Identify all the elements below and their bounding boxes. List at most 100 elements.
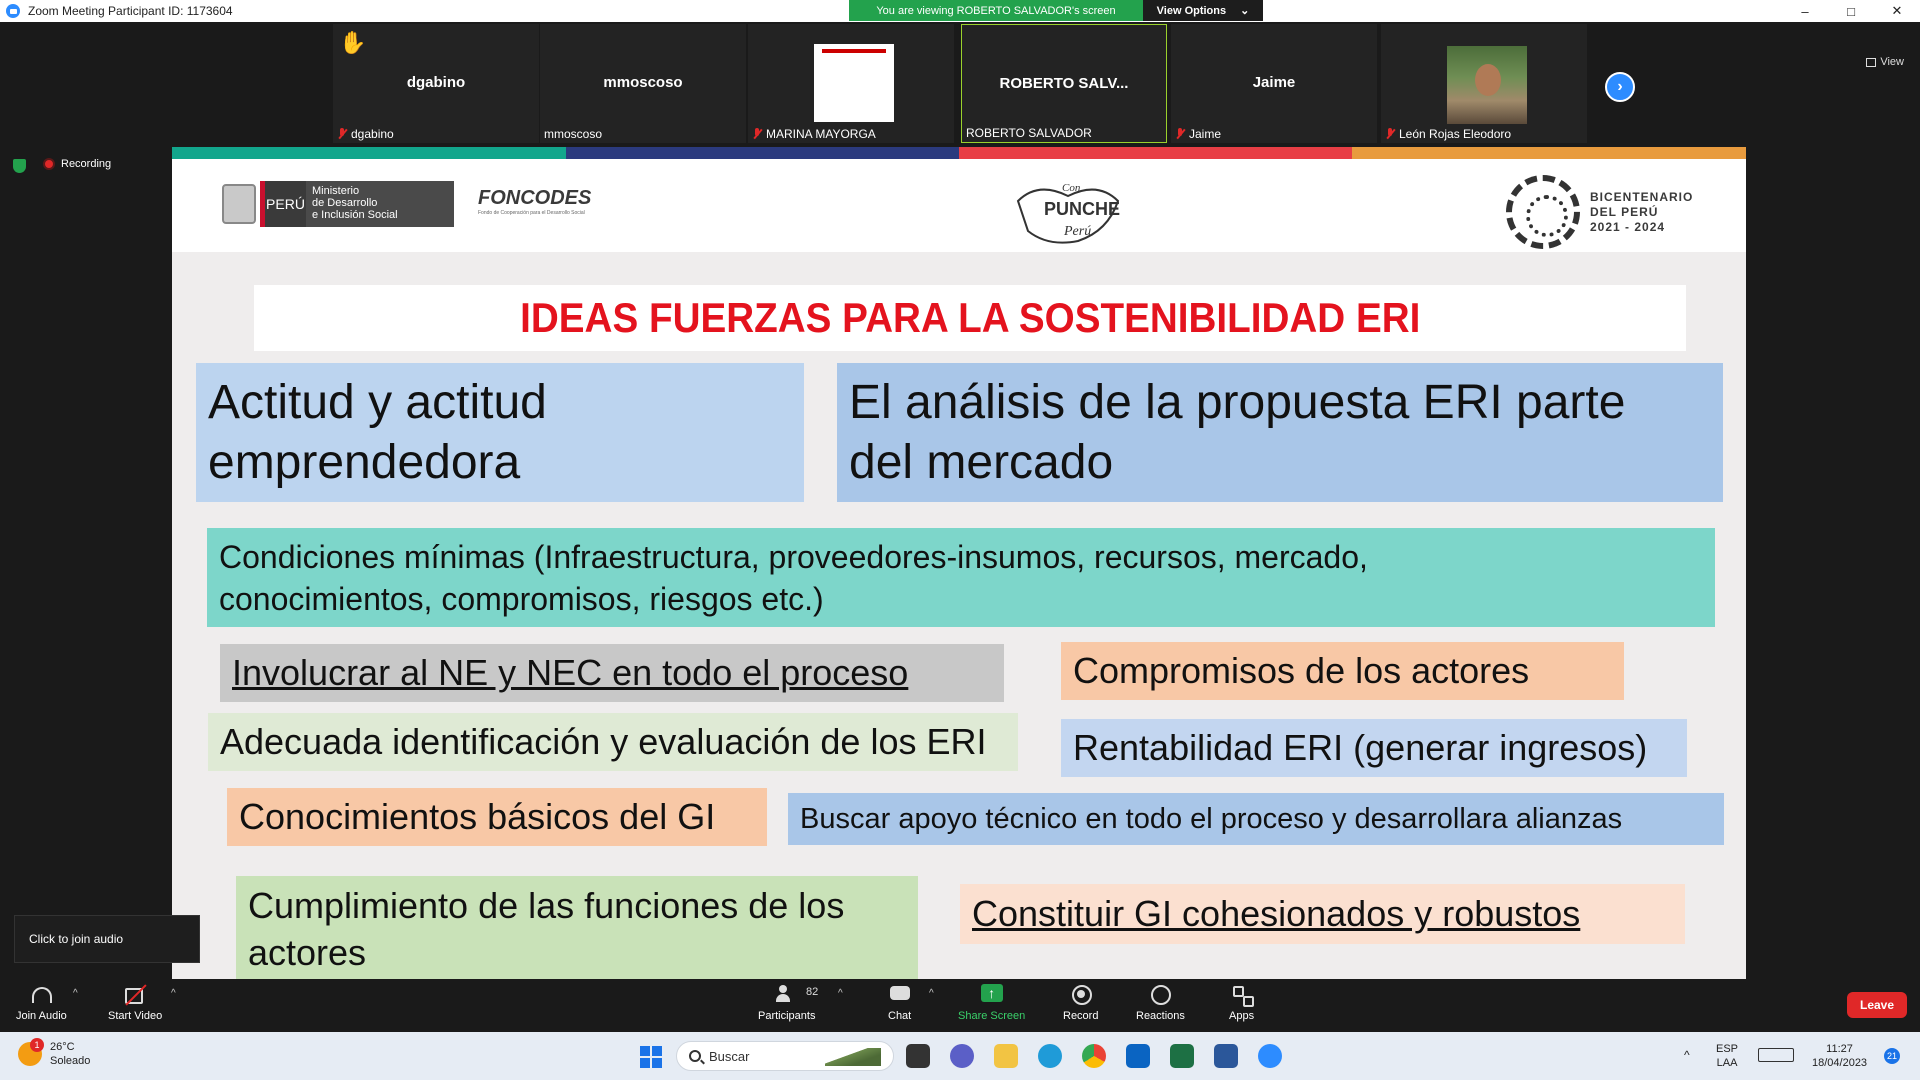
chat-label: Chat bbox=[888, 1010, 912, 1022]
participant-tile-active-speaker[interactable]: ROBERTO SALV... ROBERTO SALVADOR bbox=[961, 24, 1167, 143]
viewing-banner: You are viewing ROBERTO SALVADOR's scree… bbox=[849, 0, 1263, 21]
record-button[interactable]: Record bbox=[1063, 984, 1098, 1022]
card-cumplimiento-line-2: actores bbox=[248, 931, 367, 973]
sun-icon: 1 bbox=[18, 1038, 44, 1066]
participant-tile[interactable]: mmoscoso mmoscoso bbox=[540, 24, 746, 143]
file-explorer-icon[interactable] bbox=[994, 1044, 1018, 1068]
clock-date: 18/04/2023 bbox=[1812, 1057, 1868, 1069]
window-title: Zoom Meeting Participant ID: 1173604 bbox=[28, 4, 233, 18]
punche-word: PUNCHE bbox=[1044, 199, 1120, 219]
card-actitud-line-1: Actitud y actitud bbox=[208, 375, 547, 429]
chat-button[interactable]: Chat bbox=[888, 984, 911, 1022]
peru-label: PERÚ bbox=[260, 181, 306, 227]
language-line-2: LAA bbox=[1716, 1057, 1738, 1069]
card-compromisos-text: Compromisos de los actores bbox=[1073, 650, 1530, 691]
card-cumplimiento: Cumplimiento de las funciones de los act… bbox=[236, 876, 918, 979]
edge-browser-icon[interactable] bbox=[1038, 1044, 1062, 1068]
slide-header: PERÚ Ministerio de Desarrollo e Inclusió… bbox=[172, 159, 1746, 252]
share-screen-icon bbox=[980, 984, 1003, 1004]
card-conocimientos-text: Conocimientos básicos del GI bbox=[239, 796, 716, 837]
viewing-label: You are viewing ROBERTO SALVADOR's scree… bbox=[849, 0, 1143, 21]
participant-display-name: mmoscoso bbox=[603, 74, 683, 91]
maximize-button[interactable]: □ bbox=[1828, 0, 1874, 22]
view-label: View bbox=[1880, 56, 1904, 68]
clock[interactable]: 11:27 18/04/2023 bbox=[1812, 1042, 1867, 1070]
chevron-right-icon: › bbox=[1617, 78, 1623, 95]
security-shield-icon[interactable] bbox=[13, 159, 26, 173]
windows-start-button[interactable] bbox=[640, 1046, 662, 1068]
teams-chat-icon[interactable] bbox=[950, 1044, 974, 1068]
network-volume-icon[interactable] bbox=[1758, 1048, 1794, 1062]
ministry-line-3: e Inclusión Social bbox=[312, 209, 398, 221]
task-view-icon[interactable] bbox=[906, 1044, 930, 1068]
participant-tile[interactable]: MARINA MAYORGA bbox=[748, 24, 954, 143]
share-screen-label: Share Screen bbox=[958, 1010, 1026, 1022]
taskbar-search-box[interactable]: Buscar bbox=[676, 1041, 894, 1071]
ministry-name: Ministerio de Desarrollo e Inclusión Soc… bbox=[306, 181, 454, 227]
join-audio-label: Join Audio bbox=[16, 1010, 67, 1022]
share-screen-button[interactable]: Share Screen bbox=[958, 984, 1025, 1022]
view-button[interactable]: View bbox=[1866, 56, 1904, 68]
chat-options-caret[interactable]: ^ bbox=[929, 988, 934, 999]
recording-label: Recording bbox=[61, 158, 112, 170]
audio-options-caret[interactable]: ^ bbox=[73, 988, 78, 999]
weather-badge: 1 bbox=[30, 1038, 44, 1052]
participants-options-caret[interactable]: ^ bbox=[838, 988, 843, 999]
ministry-logo: PERÚ Ministerio de Desarrollo e Inclusió… bbox=[222, 181, 454, 227]
stripe-teal bbox=[172, 147, 566, 159]
apps-icon bbox=[1231, 984, 1254, 1007]
participant-tile[interactable]: Jaime Jaime bbox=[1171, 24, 1377, 143]
shared-screen-slide: PERÚ Ministerio de Desarrollo e Inclusió… bbox=[172, 147, 1746, 979]
card-analisis-line-1: El análisis de la propuesta ERI parte bbox=[849, 375, 1626, 429]
participant-photo bbox=[1447, 46, 1527, 124]
card-conocimientos: Conocimientos básicos del GI bbox=[227, 788, 767, 846]
apps-label: Apps bbox=[1229, 1010, 1255, 1022]
notification-badge[interactable]: 21 bbox=[1884, 1048, 1900, 1064]
bicent-line-2: DEL PERÚ bbox=[1590, 204, 1659, 219]
card-actitud-line-2: emprendedora bbox=[208, 435, 521, 489]
close-button[interactable]: ✕ bbox=[1874, 0, 1920, 22]
language-indicator[interactable]: ESP LAA bbox=[1716, 1042, 1738, 1070]
word-icon[interactable] bbox=[1214, 1044, 1238, 1068]
tray-overflow-chevron[interactable]: ^ bbox=[1684, 1048, 1690, 1062]
foncodes-name: FONCODES bbox=[478, 187, 592, 209]
card-cumplimiento-line-1: Cumplimiento de las funciones de los bbox=[248, 884, 845, 926]
leave-button[interactable]: Leave bbox=[1847, 992, 1907, 1018]
participant-tile[interactable]: ✋ dgabino dgabino bbox=[333, 24, 539, 143]
video-options-caret[interactable]: ^ bbox=[171, 988, 176, 999]
recording-indicator[interactable]: Recording bbox=[43, 158, 111, 170]
card-involucrar: Involucrar al NE y NEC en todo el proces… bbox=[220, 644, 1004, 702]
view-options-button[interactable]: View Options ⌄ bbox=[1143, 0, 1263, 21]
card-condiciones: Condiciones mínimas (Infraestructura, pr… bbox=[207, 528, 1715, 627]
chrome-icon[interactable] bbox=[1082, 1044, 1106, 1068]
card-rentabilidad-text: Rentabilidad ERI (generar ingresos) bbox=[1073, 727, 1648, 768]
card-condiciones-line-2: conocimientos, compromisos, riesgos etc.… bbox=[219, 580, 824, 617]
reactions-label: Reactions bbox=[1136, 1010, 1185, 1022]
start-video-button[interactable]: Start Video bbox=[108, 984, 162, 1022]
reactions-button[interactable]: Reactions bbox=[1136, 984, 1185, 1022]
card-adecuada: Adecuada identificación y evaluación de … bbox=[208, 713, 1018, 771]
search-highlight-image bbox=[825, 1048, 881, 1066]
minimize-button[interactable]: – bbox=[1782, 0, 1828, 22]
weather-widget[interactable]: 1 26°C Soleado bbox=[18, 1038, 90, 1068]
recording-dot-icon bbox=[43, 158, 55, 170]
card-buscar-text: Buscar apoyo técnico en todo el proceso … bbox=[800, 802, 1623, 835]
participant-label: mmoscoso bbox=[544, 127, 603, 141]
language-line-1: ESP bbox=[1716, 1043, 1739, 1055]
card-analisis-line-2: del mercado bbox=[849, 435, 1114, 489]
view-options-label: View Options bbox=[1156, 4, 1227, 17]
card-actitud: Actitud y actitud emprendedora bbox=[196, 363, 804, 502]
bicentenario-emblem-icon bbox=[1506, 175, 1580, 249]
join-audio-button[interactable]: Join Audio bbox=[16, 984, 67, 1022]
video-thumbnail bbox=[814, 44, 894, 122]
chat-icon bbox=[889, 984, 911, 1004]
apps-button[interactable]: Apps bbox=[1229, 984, 1254, 1022]
outlook-icon[interactable] bbox=[1126, 1044, 1150, 1068]
next-page-button[interactable]: › bbox=[1605, 72, 1635, 102]
slide-title-box: IDEAS FUERZAS PARA LA SOSTENIBILIDAD ERI bbox=[254, 285, 1686, 351]
bicentenario-text: BICENTENARIO DEL PERÚ 2021 - 2024 bbox=[1590, 190, 1693, 235]
participant-tile[interactable]: León Rojas Eleodoro bbox=[1381, 24, 1587, 143]
zoom-taskbar-icon[interactable] bbox=[1258, 1044, 1282, 1068]
excel-icon[interactable] bbox=[1170, 1044, 1194, 1068]
participant-label: León Rojas Eleodoro bbox=[1399, 127, 1512, 141]
